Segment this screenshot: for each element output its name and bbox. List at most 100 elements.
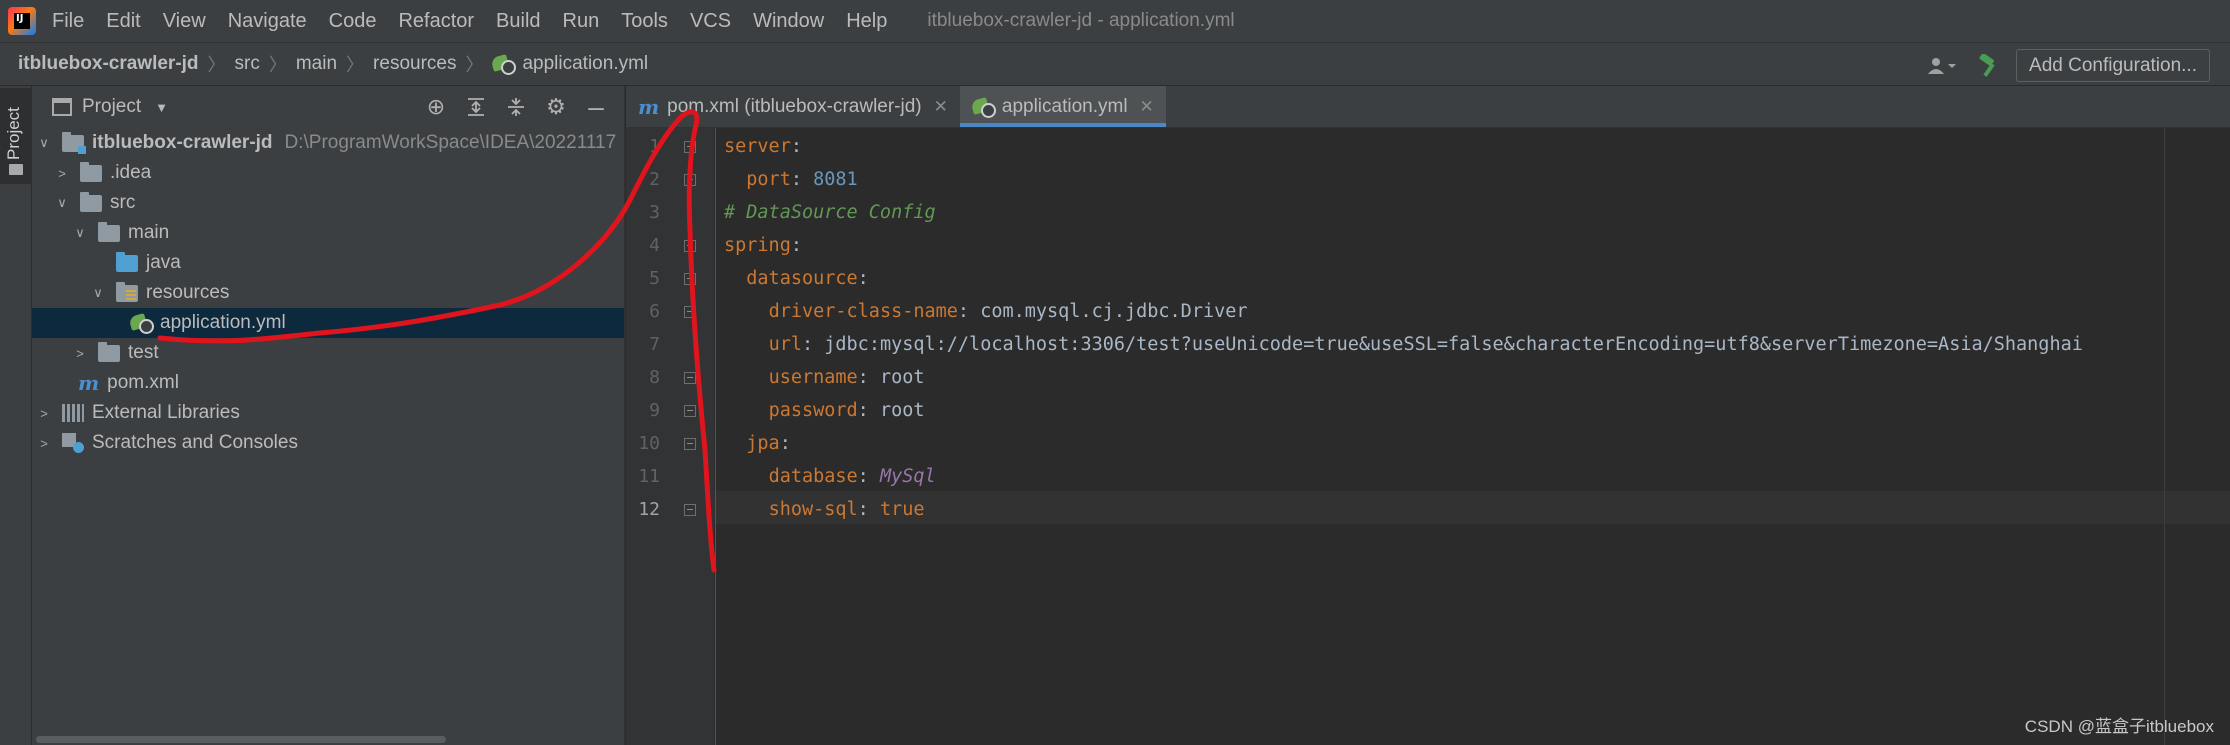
tab-label: pom.xml (itbluebox-crawler-jd) — [667, 95, 922, 117]
tree-item-label: java — [146, 252, 181, 273]
code-line[interactable]: username: root — [724, 361, 925, 394]
gear-icon[interactable]: ⚙ — [536, 92, 576, 122]
breadcrumb-file[interactable]: application.yml — [522, 53, 648, 75]
folder-icon — [98, 221, 120, 242]
tree-item-project-root[interactable]: ∨ itbluebox-crawler-jd D:\ProgramWorkSpa… — [32, 128, 624, 158]
locate-file-icon[interactable]: ⊕ — [416, 92, 456, 122]
tree-item-scratches[interactable]: > Scratches and Consoles — [32, 428, 624, 458]
breadcrumb-project[interactable]: itbluebox-crawler-jd — [18, 53, 199, 75]
close-icon[interactable]: ✕ — [934, 97, 948, 117]
code-line[interactable]: database: MySql — [724, 460, 936, 493]
fold-marker-icon[interactable] — [684, 405, 696, 417]
hide-panel-icon[interactable]: – — [576, 91, 616, 122]
watermark: CSDN @蓝盒子itbluebox — [2024, 717, 2214, 736]
editor: m pom.xml (itbluebox-crawler-jd) ✕ appli… — [626, 86, 2230, 745]
menu-navigate[interactable]: Navigate — [228, 10, 307, 33]
tree-item-label: test — [128, 342, 159, 363]
collapse-all-icon[interactable] — [496, 92, 536, 122]
line-number: 12 — [638, 499, 660, 520]
spring-yml-icon — [972, 96, 996, 118]
code-line[interactable]: port: 8081 — [724, 163, 857, 196]
breadcrumb-resources[interactable]: resources — [373, 53, 456, 75]
module-folder-icon — [62, 131, 86, 154]
tree-item-java[interactable]: java — [32, 248, 624, 278]
fold-marker-icon[interactable] — [684, 273, 696, 285]
source-folder-icon — [116, 251, 138, 272]
tree-item-main[interactable]: ∨ main — [32, 218, 624, 248]
tree-item-resources[interactable]: ∨ resources — [32, 278, 624, 308]
chevron-down-icon[interactable]: ∨ — [54, 195, 70, 211]
fold-marker-icon[interactable] — [684, 240, 696, 252]
menu-refactor[interactable]: Refactor — [398, 10, 474, 33]
fold-marker-icon[interactable] — [684, 306, 696, 318]
project-tool-label: Project — [4, 107, 23, 160]
project-tool-tab[interactable]: Project — [0, 88, 32, 184]
chevron-down-icon[interactable]: ∨ — [90, 285, 106, 301]
breadcrumb-main[interactable]: main — [296, 53, 337, 75]
fold-marker-icon[interactable] — [684, 174, 696, 186]
dropdown-arrow-icon[interactable]: ▼ — [155, 100, 168, 115]
tree-item-external-libraries[interactable]: > External Libraries — [32, 398, 624, 428]
menu-vcs[interactable]: VCS — [690, 10, 731, 33]
chevron-right-icon[interactable]: > — [36, 406, 52, 421]
tree-item-label: pom.xml — [107, 372, 179, 393]
tree-item-test[interactable]: > test — [32, 338, 624, 368]
chevron-right-icon[interactable]: > — [36, 436, 52, 451]
tree-item-pom-xml[interactable]: m pom.xml — [32, 368, 624, 398]
code-line[interactable]: server: — [724, 130, 802, 163]
code-line[interactable]: # DataSource Config — [724, 196, 936, 229]
fold-marker-icon[interactable] — [684, 504, 696, 516]
tab-pom-xml[interactable]: m pom.xml (itbluebox-crawler-jd) ✕ — [626, 86, 960, 127]
fold-marker-icon[interactable] — [684, 372, 696, 384]
user-dropdown-icon[interactable] — [1922, 51, 1962, 81]
code-line[interactable]: driver-class-name: com.mysql.cj.jdbc.Dri… — [724, 295, 1248, 328]
tab-application-yml[interactable]: application.yml ✕ — [959, 86, 1166, 127]
code-line[interactable]: spring: — [724, 229, 802, 262]
menu-edit[interactable]: Edit — [106, 10, 140, 33]
menu-help[interactable]: Help — [846, 10, 887, 33]
code-line[interactable]: url: jdbc:mysql://localhost:3306/test?us… — [724, 328, 2083, 361]
code-line[interactable]: password: root — [724, 394, 925, 427]
menu-view[interactable]: View — [163, 10, 206, 33]
scratches-icon — [62, 433, 84, 453]
horizontal-scrollbar[interactable] — [36, 736, 446, 743]
chevron-right-icon[interactable]: > — [72, 346, 88, 361]
editor-tabs: m pom.xml (itbluebox-crawler-jd) ✕ appli… — [626, 86, 2230, 128]
line-number: 7 — [649, 334, 660, 355]
chevron-down-icon[interactable]: ∨ — [72, 225, 88, 241]
tree-item-idea[interactable]: > .idea — [32, 158, 624, 188]
code-line[interactable]: datasource: — [724, 262, 869, 295]
expand-all-icon[interactable] — [456, 92, 496, 122]
window-title: itbluebox-crawler-jd - application.yml — [927, 10, 1235, 31]
build-hammer-icon[interactable] — [1972, 51, 2006, 81]
line-number: 11 — [638, 466, 660, 487]
maven-icon: m — [638, 94, 660, 119]
line-number: 4 — [649, 235, 660, 256]
menu-build[interactable]: Build — [496, 10, 540, 33]
breadcrumb-src[interactable]: src — [235, 53, 260, 75]
menu-run[interactable]: Run — [563, 10, 600, 33]
fold-marker-icon[interactable] — [684, 438, 696, 450]
code-line[interactable]: show-sql: true — [724, 493, 925, 526]
tree-item-label: src — [110, 192, 136, 213]
window-icon — [52, 98, 72, 116]
line-number: 10 — [638, 433, 660, 454]
chevron-right-icon: 〉 — [465, 55, 484, 75]
menu-tools[interactable]: Tools — [621, 10, 668, 33]
add-configuration-button[interactable]: Add Configuration... — [2016, 49, 2210, 82]
line-number: 8 — [649, 367, 660, 388]
fold-marker-icon[interactable] — [684, 141, 696, 153]
project-view-selector[interactable]: Project — [82, 96, 141, 118]
chevron-right-icon[interactable]: > — [54, 166, 70, 181]
chevron-down-icon[interactable]: ∨ — [36, 135, 52, 151]
code-line[interactable]: jpa: — [724, 427, 791, 460]
menu-file[interactable]: File — [52, 10, 84, 33]
menu-window[interactable]: Window — [753, 10, 824, 33]
tree-item-label: External Libraries — [92, 402, 240, 423]
tree-item-src[interactable]: ∨ src — [32, 188, 624, 218]
menu-code[interactable]: Code — [329, 10, 377, 33]
library-icon — [62, 404, 84, 422]
tree-item-application-yml[interactable]: application.yml — [32, 308, 624, 338]
close-icon[interactable]: ✕ — [1140, 97, 1154, 117]
nav-toolbar: Add Configuration... — [1922, 49, 2210, 82]
